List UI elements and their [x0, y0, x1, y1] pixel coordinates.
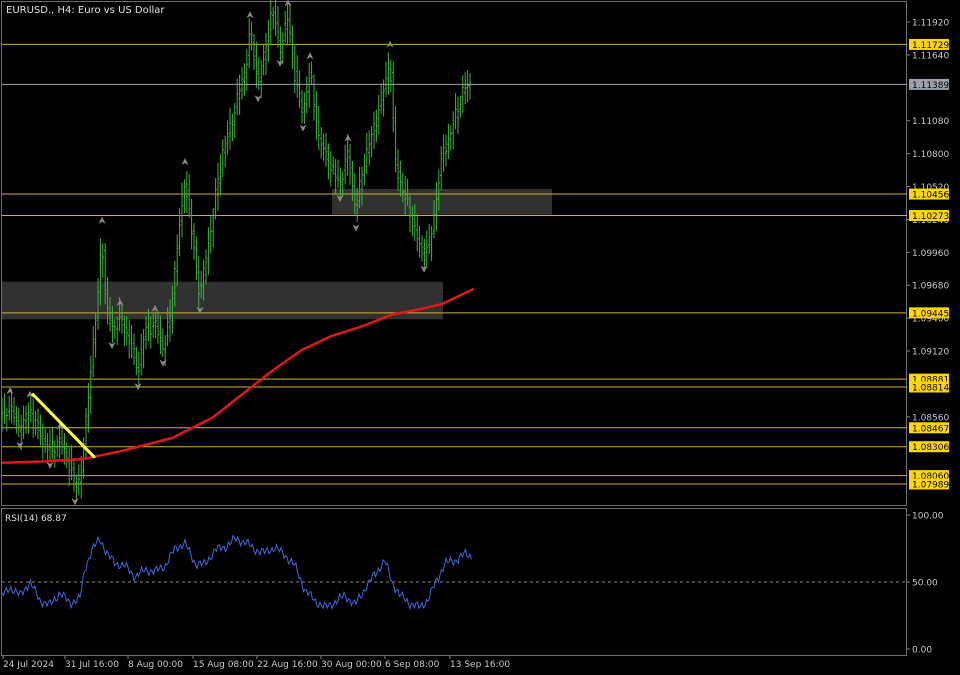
price-tick-label: 1.09120	[912, 348, 949, 358]
rsi-label: RSI(14) 68.87	[5, 514, 67, 524]
level-label: 1.08306	[912, 443, 949, 453]
rsi-tick-label: 50.00	[912, 579, 938, 589]
time-tick-label: 15 Aug 08:00	[193, 660, 254, 670]
level-label: 1.09445	[912, 309, 949, 319]
time-tick-label: 24 Jul 2024	[3, 660, 54, 670]
level-label: 1.08814	[912, 384, 949, 394]
price-tick-label: 1.08560	[912, 413, 949, 423]
level-label: 1.10273	[912, 212, 949, 222]
chart-title: EURUSD., H4: Euro vs US Dollar	[6, 5, 165, 16]
time-tick-label: 31 Jul 16:00	[65, 660, 119, 670]
time-tick-label: 30 Aug 00:00	[321, 660, 382, 670]
level-label: 1.07989	[912, 480, 949, 490]
time-tick-label: 13 Sep 16:00	[450, 660, 510, 670]
zone	[332, 188, 552, 215]
level-label: 1.08467	[912, 424, 949, 434]
price-tick-label: 1.11920	[912, 18, 949, 28]
price-tick-label: 1.11640	[912, 51, 949, 61]
zone	[2, 281, 443, 320]
level-label: 1.10456	[912, 191, 949, 201]
time-tick-label: 8 Aug 00:00	[128, 660, 183, 670]
price-chart[interactable]: 1.119201.116401.110801.108001.105201.102…	[0, 0, 960, 675]
rsi-tick-label: 0.00	[912, 646, 932, 656]
price-tick-label: 1.11080	[912, 117, 949, 127]
current-price-label: 1.11389	[912, 81, 949, 91]
price-tick-label: 1.09960	[912, 249, 949, 259]
price-tick-label: 1.10800	[912, 150, 949, 160]
rsi-tick-label: 100.00	[912, 512, 944, 522]
price-tick-label: 1.09680	[912, 282, 949, 292]
current-price-tag: 1.11389	[909, 78, 949, 91]
level-label: 1.11729	[912, 41, 949, 51]
time-tick-label: 6 Sep 08:00	[385, 660, 440, 670]
time-tick-label: 22 Aug 16:00	[257, 660, 318, 670]
